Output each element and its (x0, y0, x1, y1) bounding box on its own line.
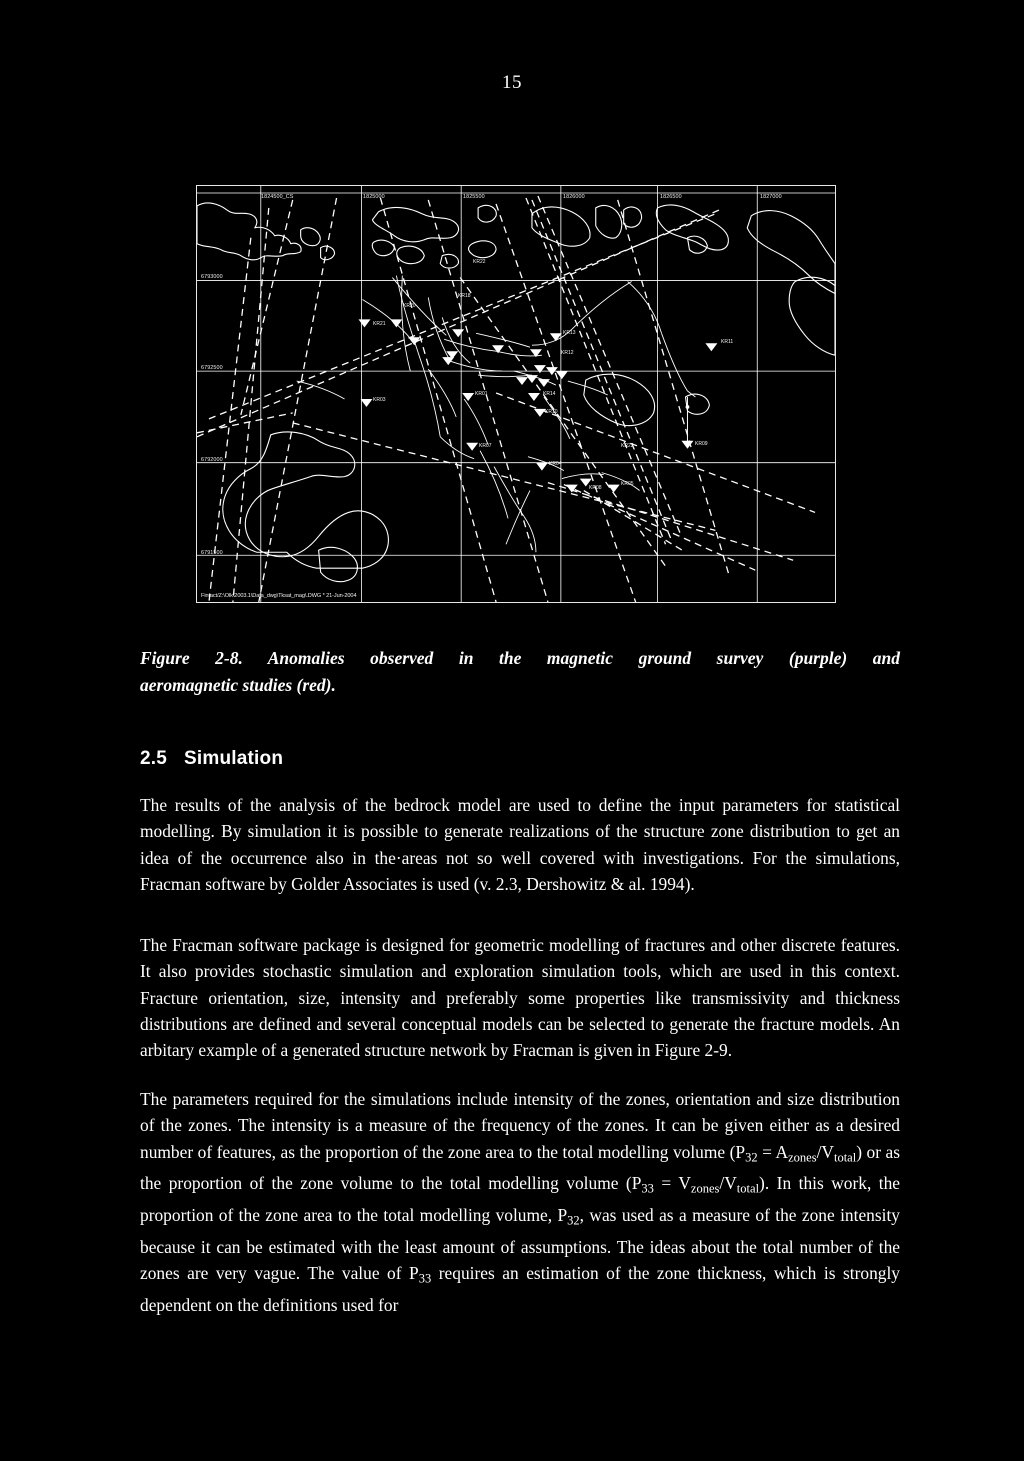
borehole-label-kr22a: KR22 (473, 259, 486, 265)
p3-sub-zones-a: zones (788, 1150, 817, 1165)
borehole-label-kr12: KR12 (561, 350, 574, 356)
grid-label-y-1: 6792500 (201, 365, 223, 371)
p3-sub-32a: 32 (745, 1150, 758, 1165)
grid-label-y-0: 6793000 (201, 274, 223, 280)
grid-label-x-1: 1825000 (363, 194, 385, 200)
p3-seg-3: /V (816, 1141, 834, 1162)
borehole-label-kr05: KR05 (621, 481, 634, 487)
borehole-label-kr18: KR18 (458, 293, 471, 299)
borehole-label-kr01: KR01 (475, 391, 488, 397)
grid-label-y-2: 6792000 (201, 457, 223, 463)
p3-sub-33b: 33 (418, 1271, 432, 1286)
borehole-label-kr04: KR04 (549, 461, 562, 467)
figure-caption-line-2: aeromagnetic studies (red). (140, 675, 336, 695)
borehole-label-kr08: KR08 (589, 485, 602, 491)
p3-sub-total-a: total (833, 1150, 857, 1165)
borehole-label-kr20: KR20 (403, 303, 416, 309)
borehole-label-kr13: KR13 (563, 330, 576, 336)
paragraph-2-text: The Fracman software package is designed… (140, 935, 900, 1061)
p3-seg-6: /V (719, 1173, 737, 1194)
borehole-label-kr22b: KR22 (621, 443, 634, 449)
grid-label-x-5: 1827000 (760, 194, 782, 200)
page-number: 15 (502, 72, 522, 93)
figure-caption: Figure 2-8. Anomalies observed in the ma… (140, 645, 900, 699)
p3-sub-32b: 32 (567, 1213, 580, 1228)
p3-sub-33a: 33 (641, 1181, 654, 1196)
borehole-label-kr09: KR09 (695, 441, 708, 447)
borehole-label-kr14: KR14 (543, 391, 556, 397)
borehole-label-kr10: KR10 (545, 409, 558, 415)
borehole-label-kr21: KR21 (373, 321, 386, 327)
p3-seg-5: = V (653, 1173, 691, 1194)
grid-label-x-3: 1826000 (563, 194, 585, 200)
grid-label-x-2: 1825500 (463, 194, 485, 200)
map-frame: 1824500_CS 1825000 1825500 1826000 18265… (196, 185, 836, 603)
plot-stamp: Fintact/Z:\Olk\2003.1\Data_dwg\Tksat_mag… (201, 593, 357, 599)
paragraph-3-text: The parameters required for the simulati… (140, 1086, 900, 1318)
p3-sub-zones-b: zones (690, 1181, 720, 1196)
borehole-label-kr07: KR07 (479, 443, 492, 449)
body-paragraph-3: The parameters required for the simulati… (140, 1086, 900, 1318)
aeromagnetic-lineaments (197, 195, 816, 602)
section-title: Simulation (184, 748, 284, 769)
section-heading: 2.5 Simulation (140, 748, 283, 770)
grid-label-y-3: 6791500 (201, 550, 223, 556)
borehole-label-kr11: KR11 (721, 339, 734, 345)
p3-sub-total-b: total (736, 1181, 760, 1196)
section-number: 2.5 (140, 748, 168, 769)
grid-label-x-4: 1826500 (660, 194, 682, 200)
p3-seg-2: = A (757, 1141, 789, 1162)
body-paragraph-1: The results of the analysis of the bedro… (140, 792, 900, 897)
shoreline-contours (197, 202, 835, 583)
grid-label-x-0: 1824500_CS (261, 194, 294, 200)
figure-caption-line-1: Figure 2-8. Anomalies observed in the ma… (140, 648, 900, 668)
borehole-label-kr03: KR03 (373, 397, 386, 403)
figure-map: 1824500_CS 1825000 1825500 1826000 18265… (196, 185, 836, 603)
body-paragraph-2: The Fracman software package is designed… (140, 932, 900, 1063)
map-grid (197, 186, 835, 602)
map-drawing (197, 186, 835, 602)
paragraph-1-text: The results of the analysis of the bedro… (140, 795, 900, 894)
